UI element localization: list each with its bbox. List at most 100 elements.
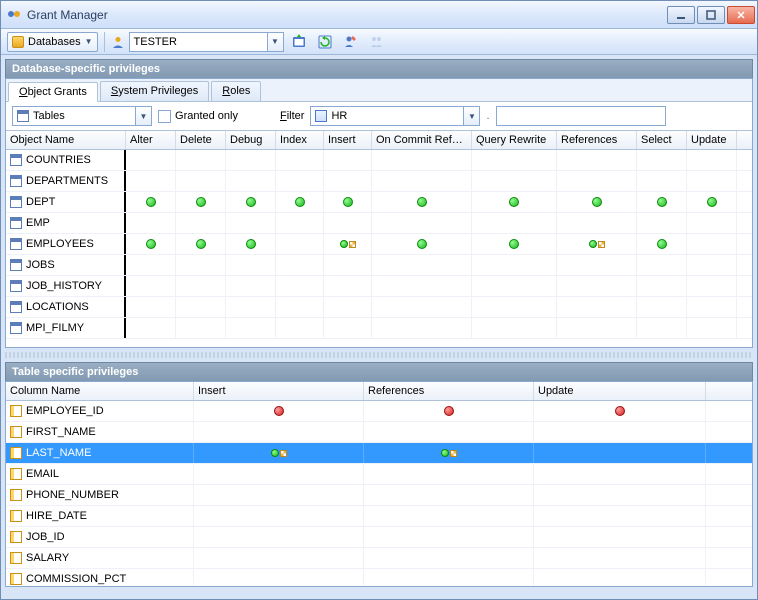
privilege-cell[interactable]	[364, 527, 534, 547]
privilege-cell[interactable]	[324, 297, 372, 317]
privilege-cell[interactable]	[176, 150, 226, 170]
privilege-cell[interactable]	[557, 234, 637, 254]
table-row[interactable]: MPI_FILMY	[6, 318, 752, 339]
privilege-cell[interactable]	[194, 464, 364, 484]
privilege-cell[interactable]	[276, 150, 324, 170]
privilege-cell[interactable]	[226, 276, 276, 296]
privilege-cell[interactable]	[472, 150, 557, 170]
column-header[interactable]: Alter	[126, 131, 176, 149]
column-header[interactable]: Insert	[194, 382, 364, 400]
table-row[interactable]: JOB_HISTORY	[6, 276, 752, 297]
privilege-cell[interactable]	[364, 485, 534, 505]
privilege-cell[interactable]	[126, 318, 176, 338]
privilege-cell[interactable]	[176, 276, 226, 296]
privilege-cell[interactable]	[637, 297, 687, 317]
privilege-cell[interactable]	[534, 548, 706, 568]
privilege-cell[interactable]	[372, 171, 472, 191]
privilege-cell[interactable]	[557, 171, 637, 191]
privilege-cell[interactable]	[372, 318, 472, 338]
privilege-cell[interactable]	[126, 171, 176, 191]
privilege-cell[interactable]	[372, 213, 472, 233]
privilege-cell[interactable]	[534, 422, 706, 442]
privilege-cell[interactable]	[276, 297, 324, 317]
privilege-cell[interactable]	[557, 297, 637, 317]
privilege-cell[interactable]	[226, 318, 276, 338]
table-row[interactable]: LOCATIONS	[6, 297, 752, 318]
privilege-cell[interactable]	[276, 255, 324, 275]
filter-pattern-input[interactable]	[496, 106, 666, 126]
privilege-cell[interactable]	[372, 192, 472, 212]
table-row[interactable]: SALARY	[6, 548, 752, 569]
privilege-cell[interactable]	[364, 422, 534, 442]
privilege-cell[interactable]	[687, 171, 737, 191]
column-header[interactable]: On Commit Refer...	[372, 131, 472, 149]
privilege-cell[interactable]	[637, 234, 687, 254]
table-row[interactable]: FIRST_NAME	[6, 422, 752, 443]
privilege-cell[interactable]	[324, 318, 372, 338]
privilege-cell[interactable]	[194, 443, 364, 463]
column-header[interactable]: Column Name	[6, 382, 194, 400]
privilege-cell[interactable]	[324, 171, 372, 191]
privilege-cell[interactable]	[687, 276, 737, 296]
schema-combo[interactable]: HR ▼	[310, 106, 480, 126]
privilege-cell[interactable]	[472, 255, 557, 275]
privilege-cell[interactable]	[687, 255, 737, 275]
privilege-cell[interactable]	[126, 255, 176, 275]
column-header[interactable]: Update	[534, 382, 706, 400]
column-header[interactable]: References	[364, 382, 534, 400]
table-row[interactable]: DEPARTMENTS	[6, 171, 752, 192]
table-row[interactable]: HIRE_DATE	[6, 506, 752, 527]
table-row[interactable]: PHONE_NUMBER	[6, 485, 752, 506]
privilege-cell[interactable]	[194, 548, 364, 568]
databases-dropdown[interactable]: Databases ▼	[7, 32, 98, 52]
privilege-cell[interactable]	[637, 192, 687, 212]
privilege-cell[interactable]	[194, 485, 364, 505]
close-button[interactable]	[727, 6, 755, 24]
privilege-cell[interactable]	[557, 192, 637, 212]
table-row[interactable]: JOB_ID	[6, 527, 752, 548]
privilege-cell[interactable]	[534, 485, 706, 505]
privilege-cell[interactable]	[637, 171, 687, 191]
column-header[interactable]: Update	[687, 131, 737, 149]
privilege-cell[interactable]	[226, 234, 276, 254]
privilege-cell[interactable]	[687, 150, 737, 170]
privilege-cell[interactable]	[176, 318, 226, 338]
privilege-cell[interactable]	[176, 255, 226, 275]
privilege-cell[interactable]	[637, 255, 687, 275]
privilege-cell[interactable]	[372, 234, 472, 254]
table-row[interactable]: JOBS	[6, 255, 752, 276]
privilege-cell[interactable]	[276, 171, 324, 191]
user-combo[interactable]: TESTER ▼	[129, 32, 284, 52]
privilege-cell[interactable]	[372, 297, 472, 317]
privilege-cell[interactable]	[472, 192, 557, 212]
privilege-cell[interactable]	[324, 255, 372, 275]
privilege-cell[interactable]	[194, 569, 364, 586]
privilege-cell[interactable]	[126, 150, 176, 170]
privilege-cell[interactable]	[126, 192, 176, 212]
privilege-cell[interactable]	[364, 443, 534, 463]
privilege-cell[interactable]	[226, 213, 276, 233]
maximize-button[interactable]	[697, 6, 725, 24]
privilege-cell[interactable]	[364, 401, 534, 421]
privilege-cell[interactable]	[637, 213, 687, 233]
table-row[interactable]: EMPLOYEE_ID	[6, 401, 752, 422]
column-header[interactable]: References	[557, 131, 637, 149]
privilege-cell[interactable]	[687, 213, 737, 233]
privilege-cell[interactable]	[557, 255, 637, 275]
privilege-cell[interactable]	[557, 150, 637, 170]
privilege-cell[interactable]	[534, 401, 706, 421]
privilege-cell[interactable]	[194, 422, 364, 442]
privilege-cell[interactable]	[364, 548, 534, 568]
schema-dropdown[interactable]: ▼	[463, 107, 479, 125]
privilege-cell[interactable]	[372, 255, 472, 275]
privilege-cell[interactable]	[472, 276, 557, 296]
privilege-cell[interactable]	[472, 318, 557, 338]
privilege-cell[interactable]	[372, 150, 472, 170]
privilege-cell[interactable]	[534, 443, 706, 463]
privilege-cell[interactable]	[126, 213, 176, 233]
privilege-cell[interactable]	[226, 150, 276, 170]
privilege-cell[interactable]	[557, 213, 637, 233]
table-row[interactable]: LAST_NAME	[6, 443, 752, 464]
privilege-cell[interactable]	[637, 150, 687, 170]
privilege-cell[interactable]	[276, 192, 324, 212]
